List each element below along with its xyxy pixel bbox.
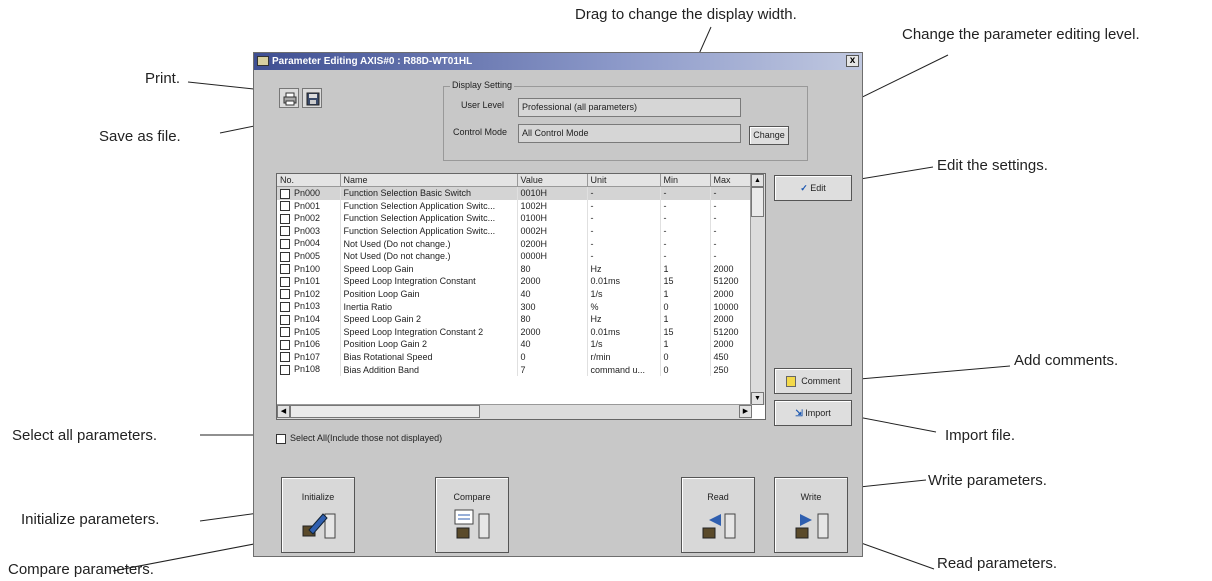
row-checkbox[interactable] (280, 251, 290, 262)
control-mode-label: Control Mode (453, 127, 508, 137)
scroll-right-icon[interactable]: ▶ (739, 405, 752, 418)
row-checkbox[interactable] (280, 314, 290, 325)
vertical-scroll-thumb[interactable] (751, 187, 764, 217)
callout-compare-params: Compare parameters. (8, 561, 154, 578)
edit-button[interactable]: ✓ Edit (774, 175, 852, 201)
row-checkbox[interactable] (280, 327, 290, 338)
table-row[interactable]: Pn001 Function Selection Application Swit… (277, 199, 753, 213)
row-checkbox[interactable] (280, 264, 290, 275)
col-value[interactable]: Value (517, 174, 588, 187)
select-all-checkbox[interactable] (276, 434, 286, 444)
table-row[interactable]: Pn104 Speed Loop Gain 2 80 Hz 1 2000 (277, 312, 753, 326)
display-setting-legend: Display Setting (450, 80, 515, 90)
change-button[interactable]: Change (749, 126, 789, 145)
row-checkbox[interactable] (280, 289, 290, 300)
callout-print: Print. (145, 70, 181, 87)
table-row[interactable]: Pn005 Not Used (Do not change.) 0000H - - - (277, 249, 753, 263)
save-file-button[interactable] (302, 88, 322, 108)
callout-select-all: Select all parameters. (12, 427, 158, 444)
user-level-field[interactable]: Professional (all parameters) (518, 98, 741, 117)
row-checkbox[interactable] (280, 201, 290, 212)
row-checkbox[interactable] (280, 238, 290, 249)
checkmark-icon: ✓ (800, 183, 808, 193)
title-bar[interactable]: Parameter Editing AXIS#0 : R88D-WT01HL x (254, 53, 862, 70)
print-button[interactable] (279, 88, 299, 108)
callout-add-comments: Add comments. (1014, 352, 1119, 369)
table-row[interactable]: Pn107 Bias Rotational Speed 0 r/min 0 450 (277, 350, 753, 364)
horizontal-scroll-thumb[interactable] (290, 405, 480, 418)
initialize-button[interactable]: Initialize (281, 477, 355, 553)
compare-button[interactable]: Compare (435, 477, 509, 553)
row-checkbox[interactable] (280, 226, 290, 237)
write-button[interactable]: Write (774, 477, 848, 553)
control-mode-field[interactable]: All Control Mode (518, 124, 741, 143)
col-unit[interactable]: Unit (587, 174, 661, 187)
table-row[interactable]: Pn102 Position Loop Gain 40 1/s 1 2000 (277, 287, 753, 301)
read-button[interactable]: Read (681, 477, 755, 553)
row-checkbox[interactable] (280, 339, 290, 350)
window-title: Parameter Editing AXIS#0 : R88D-WT01HL (272, 56, 473, 67)
parameter-editing-window: Parameter Editing AXIS#0 : R88D-WT01HL x… (253, 52, 863, 557)
callout-save-file: Save as file. (99, 128, 181, 145)
table-row[interactable]: Pn105 Speed Loop Integration Constant 2 20… (277, 325, 753, 339)
comment-note-icon (785, 376, 796, 388)
table-row[interactable]: Pn101 Speed Loop Integration Constant 2000… (277, 275, 753, 288)
row-checkbox[interactable] (280, 364, 290, 375)
initialize-icon (302, 513, 336, 539)
parameter-table[interactable]: No. Name Value Unit Min Max Pn000 Functio… (276, 173, 766, 420)
import-icon: ⇲ (795, 408, 803, 418)
compare-icon (454, 509, 490, 539)
comment-button[interactable]: Comment (774, 368, 852, 394)
scroll-down-icon[interactable]: ▼ (751, 392, 764, 405)
row-checkbox[interactable] (280, 352, 290, 363)
app-icon (257, 56, 269, 66)
read-icon (702, 513, 736, 539)
table-row[interactable]: Pn002 Function Selection Application Swit… (277, 212, 753, 225)
row-checkbox[interactable] (280, 276, 290, 287)
save-disk-icon (306, 92, 320, 106)
table-row[interactable]: Pn003 Function Selection Application Swit… (277, 224, 753, 238)
display-setting-group: Display Setting User Level Professional … (443, 80, 808, 161)
row-checkbox[interactable] (280, 301, 290, 312)
table-row[interactable]: Pn108 Bias Addition Band 7 command u... 0 250 (277, 363, 753, 376)
col-name[interactable]: Name (340, 174, 518, 187)
close-button[interactable]: x (846, 55, 859, 67)
table-row[interactable]: Pn103 Inertia Ratio 300% 0 10000 (277, 300, 753, 313)
callout-read-params: Read parameters. (937, 555, 1058, 572)
callout-drag-width: Drag to change the display width. (575, 6, 797, 23)
callout-edit-settings: Edit the settings. (937, 157, 1048, 174)
horizontal-scrollbar[interactable]: ◀ ▶ (277, 404, 752, 419)
table-row[interactable]: Pn000 Function Selection Basic Switch 0010… (277, 186, 753, 200)
user-level-label: User Level (461, 100, 505, 110)
callout-change-level: Change the parameter editing level. (902, 26, 1140, 43)
callout-import-file: Import file. (945, 427, 1016, 444)
col-no[interactable]: No. (277, 174, 341, 187)
printer-icon (283, 92, 297, 106)
scroll-left-icon[interactable]: ◀ (277, 405, 290, 418)
table-header-row: No. Name Value Unit Min Max (277, 174, 753, 187)
callout-write-params: Write parameters. (928, 472, 1047, 489)
import-button[interactable]: ⇲ Import (774, 400, 852, 426)
col-min[interactable]: Min (660, 174, 711, 187)
scroll-up-icon[interactable]: ▲ (751, 174, 764, 187)
select-all-label[interactable]: Select All(Include those not displayed) (290, 433, 442, 443)
vertical-scrollbar[interactable]: ▲ ▼ (750, 174, 765, 405)
table-row[interactable]: Pn100 Speed Loop Gain 80 Hz 1 2000 (277, 262, 753, 276)
table-row[interactable]: Pn106 Position Loop Gain 2 40 1/s 1 2000 (277, 338, 753, 351)
col-max[interactable]: Max (710, 174, 753, 187)
write-icon (795, 513, 829, 539)
row-checkbox[interactable] (280, 188, 290, 199)
callout-init-params: Initialize parameters. (21, 511, 160, 528)
table-row[interactable]: Pn004 Not Used (Do not change.) 0200H - - - (277, 237, 753, 250)
row-checkbox[interactable] (280, 213, 290, 224)
